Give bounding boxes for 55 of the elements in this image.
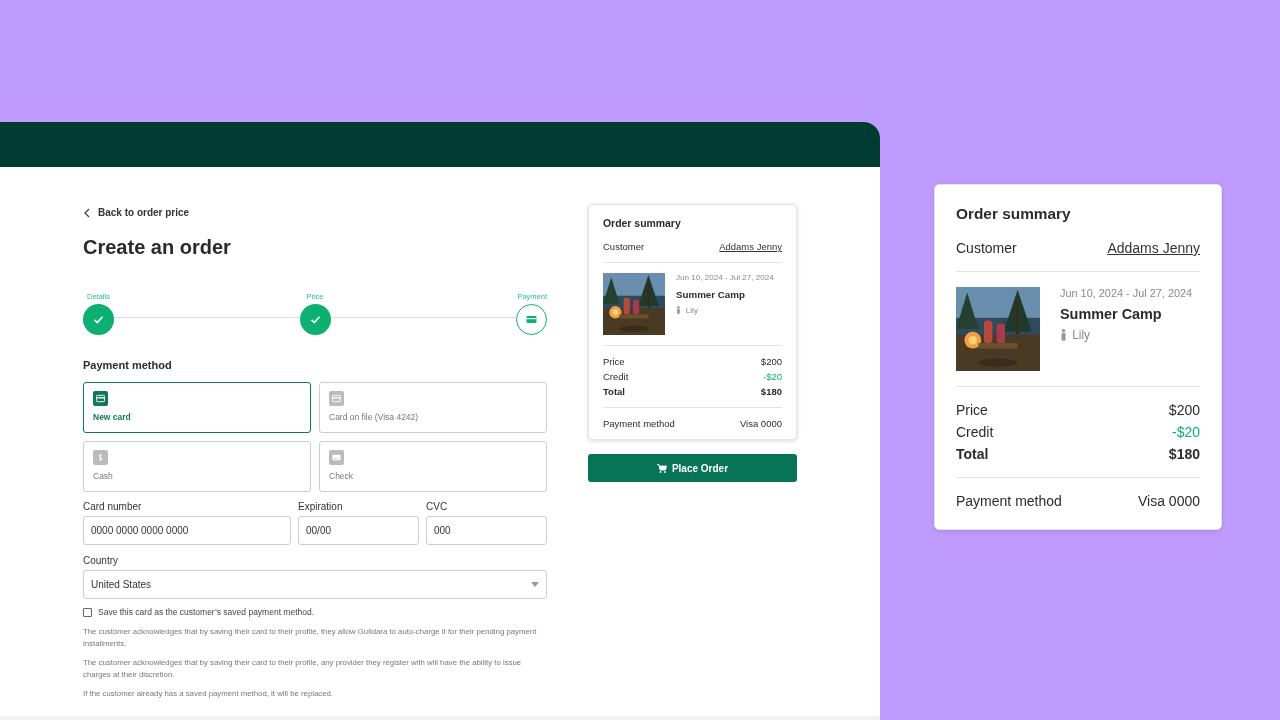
payment-option[interactable]: Card on file (Visa 4242) — [319, 382, 547, 433]
payment-option[interactable]: Cash — [83, 441, 311, 492]
customer-label: Customer — [956, 240, 1017, 256]
line-label: Credit — [603, 371, 629, 382]
line-label: Price — [603, 356, 625, 367]
payment-method-value: Visa 0000 — [1138, 493, 1200, 509]
dropdown-caret-icon — [531, 582, 539, 587]
section-heading: Payment method — [83, 359, 173, 371]
customer-label: Customer — [603, 241, 645, 252]
field-label: Expiration — [298, 501, 344, 512]
participant-name: Lily — [1072, 328, 1090, 342]
payment-method-label: Payment method — [603, 418, 675, 429]
back-link[interactable]: Back to order price — [83, 207, 190, 218]
line-label: Price — [956, 402, 988, 418]
person-icon — [1060, 329, 1068, 341]
line-label: Total — [603, 386, 625, 397]
input-field[interactable]: 00/00 — [298, 516, 419, 545]
customer-link[interactable]: Addams Jenny — [1107, 240, 1200, 256]
chevron-left-icon — [83, 207, 92, 218]
field-label: Card number — [83, 501, 143, 512]
line-amount: -$20 — [1171, 424, 1200, 440]
field-label: Country — [83, 555, 119, 566]
line-amount: $200 — [760, 356, 782, 367]
card-title: Order summary — [956, 205, 1072, 223]
checkbox[interactable] — [83, 607, 92, 617]
checkbox-label: Save this card as the customer’s saved payment method. — [98, 607, 315, 617]
country-dropdown[interactable]: United States — [83, 570, 547, 599]
program-name: Summer Camp — [676, 289, 746, 300]
field-label: CVC — [426, 501, 449, 512]
card-title: Order summary — [603, 218, 682, 229]
line-label: Credit — [956, 424, 994, 440]
payment-method-value: Visa 0000 — [739, 418, 782, 429]
participant-name: Lily — [685, 306, 698, 315]
cheque-icon — [332, 453, 341, 462]
place-order-button[interactable]: Place Order — [588, 454, 797, 482]
credit-card-icon — [332, 394, 341, 403]
program-name: Summer Camp — [1060, 306, 1163, 322]
line-label: Total — [956, 446, 989, 462]
line-amount: $180 — [760, 386, 782, 397]
input-field[interactable]: 000 — [426, 516, 547, 545]
credit-card-icon — [96, 394, 105, 403]
person-icon — [676, 306, 681, 315]
payment-option[interactable]: New card — [83, 382, 311, 433]
payment-method-label: Payment method — [956, 493, 1062, 509]
date-range: Jun 10, 2024 - Jul 27, 2024 — [1060, 287, 1193, 299]
cart-icon — [656, 463, 667, 473]
input-field[interactable]: 0000 0000 0000 0000 — [83, 516, 291, 545]
line-amount: $200 — [1168, 402, 1200, 418]
dollar-icon — [96, 453, 105, 462]
customer-link[interactable]: Addams Jenny — [719, 241, 782, 252]
page-title: Create an order — [83, 236, 232, 259]
payment-option[interactable]: Check — [319, 441, 547, 492]
line-amount: -$20 — [763, 371, 782, 382]
line-amount: $180 — [1168, 446, 1200, 462]
date-range: Jun 10, 2024 - Jul 27, 2024 — [676, 273, 774, 282]
